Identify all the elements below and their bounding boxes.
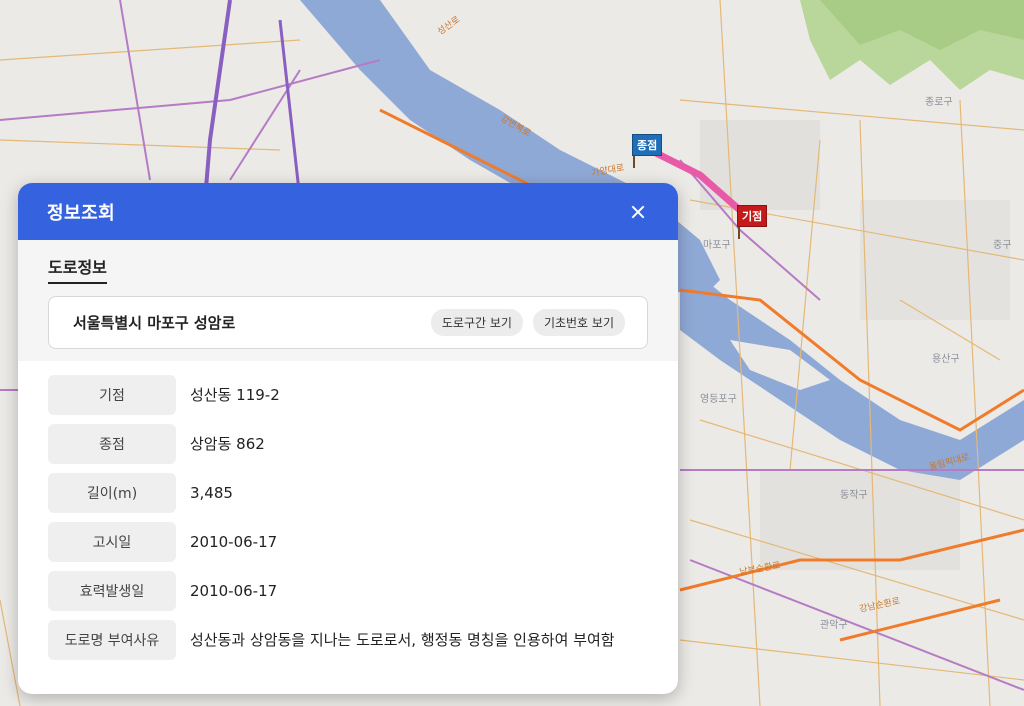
district-label: 동작구: [840, 489, 868, 501]
start-point-pole: [738, 227, 740, 239]
district-label: 관악구: [820, 619, 848, 631]
info-key: 효력발생일: [48, 571, 176, 611]
info-key: 도로명 부여사유: [48, 620, 176, 660]
district-label: 종로구: [925, 96, 953, 108]
road-info-section: 도로정보 서울특별시 마포구 성암로 도로구간 보기 기초번호 보기: [18, 240, 678, 361]
info-key: 기점: [48, 375, 176, 415]
start-point-marker[interactable]: 기점: [737, 205, 768, 239]
info-key: 고시일: [48, 522, 176, 562]
view-section-button[interactable]: 도로구간 보기: [430, 309, 523, 336]
info-row-end: 종점 상암동 862: [48, 424, 648, 464]
info-list: 기점 성산동 119-2 종점 상암동 862 길이(m) 3,485 고시일 …: [18, 361, 678, 660]
info-row-start: 기점 성산동 119-2: [48, 375, 648, 415]
info-value: 3,485: [190, 484, 233, 502]
road-actions: 도로구간 보기 기초번호 보기: [430, 309, 625, 336]
info-value: 2010-06-17: [190, 533, 278, 551]
info-key: 종점: [48, 424, 176, 464]
info-row-notice-date: 고시일 2010-06-17: [48, 522, 648, 562]
start-point-flag: 기점: [737, 205, 768, 227]
end-point-flag: 종점: [632, 134, 663, 156]
tab-road-info[interactable]: 도로정보: [48, 252, 107, 284]
end-point-pole: [633, 156, 635, 168]
panel-title: 정보조회: [47, 202, 116, 224]
district-label: 용산구: [932, 353, 960, 365]
district-label: 중구: [993, 239, 1011, 251]
district-label: 영등포구: [700, 393, 737, 405]
info-row-effective-date: 효력발생일 2010-06-17: [48, 571, 648, 611]
info-value: 상암동 862: [190, 435, 265, 453]
end-point-marker[interactable]: 종점: [632, 134, 663, 168]
road-name: 서울특별시 마포구 성암로: [73, 314, 236, 332]
info-row-length: 길이(m) 3,485: [48, 473, 648, 513]
info-value: 2010-06-17: [190, 582, 278, 600]
info-row-naming-reason: 도로명 부여사유 성산동과 상암동을 지나는 도로로서, 행정동 명칭을 인용하…: [48, 620, 648, 660]
info-value: 성산동과 상암동을 지나는 도로로서, 행정동 명칭을 인용하여 부여함: [190, 631, 615, 649]
panel-header: 정보조회: [18, 183, 678, 240]
close-icon[interactable]: [628, 202, 648, 222]
info-key: 길이(m): [48, 473, 176, 513]
road-name-box: 서울특별시 마포구 성암로 도로구간 보기 기초번호 보기: [48, 296, 648, 349]
district-label: 마포구: [703, 239, 731, 251]
view-basic-number-button[interactable]: 기초번호 보기: [532, 309, 625, 336]
info-value: 성산동 119-2: [190, 386, 280, 404]
info-panel: 정보조회 도로정보 서울특별시 마포구 성암로 도로구간 보기 기초번호 보기 …: [18, 183, 678, 694]
